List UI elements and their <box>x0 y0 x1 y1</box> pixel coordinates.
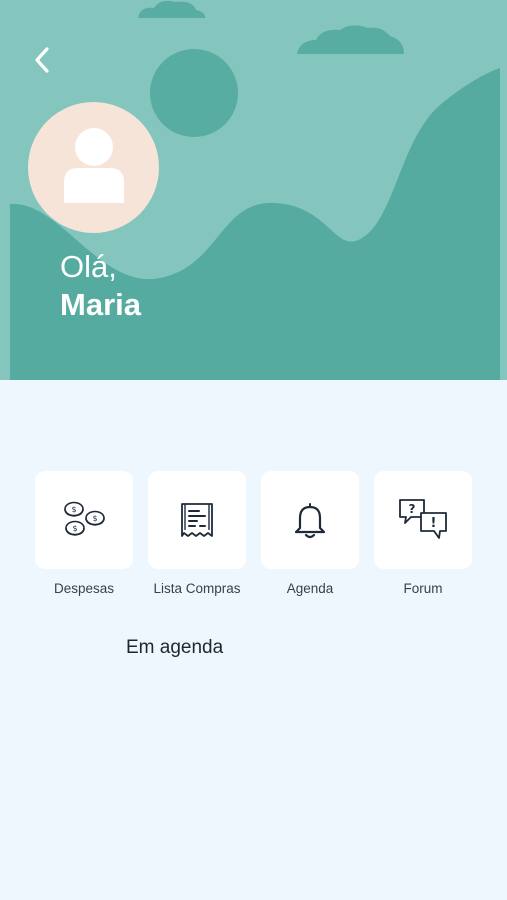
coins-icon: $ $ $ <box>64 501 105 536</box>
menu-item-despesas[interactable]: $ $ $ Despesas <box>35 471 135 596</box>
menu-card-despesas[interactable]: $ $ $ <box>35 471 133 569</box>
svg-text:$: $ <box>71 505 76 514</box>
menu-item-agenda[interactable]: Agenda <box>261 471 361 596</box>
greeting: Olá, Maria <box>60 248 141 324</box>
menu-card-agenda[interactable] <box>261 471 359 569</box>
section-title-em-agenda: Em agenda <box>126 637 224 658</box>
svg-text:$: $ <box>72 524 77 533</box>
chat-bubbles-icon: ? ! <box>399 499 447 539</box>
menu-label-forum: Forum <box>403 581 443 596</box>
user-silhouette-icon <box>64 128 124 203</box>
chevron-left-icon <box>35 47 49 73</box>
menu-label-lista-compras: Lista Compras <box>153 581 241 596</box>
bell-icon <box>294 503 326 539</box>
menu-label-despesas: Despesas <box>53 581 115 596</box>
main-menu: $ $ $ Despesas Lista Compras Agenda ? ! … <box>35 471 475 611</box>
svg-text:?: ? <box>409 502 416 516</box>
svg-text:!: ! <box>431 516 437 531</box>
back-button[interactable] <box>22 40 62 80</box>
receipt-icon <box>181 503 213 537</box>
profile-header: Olá, Maria <box>0 0 507 380</box>
user-name: Maria <box>60 287 141 322</box>
menu-item-forum[interactable]: ? ! Forum <box>374 471 474 596</box>
menu-card-forum[interactable]: ? ! <box>374 471 472 569</box>
svg-text:$: $ <box>92 514 97 523</box>
menu-item-lista-compras[interactable]: Lista Compras <box>148 471 248 596</box>
menu-card-lista-compras[interactable] <box>148 471 246 569</box>
menu-label-agenda: Agenda <box>286 581 334 596</box>
greeting-text: Olá, <box>60 249 117 284</box>
avatar[interactable] <box>28 102 159 233</box>
